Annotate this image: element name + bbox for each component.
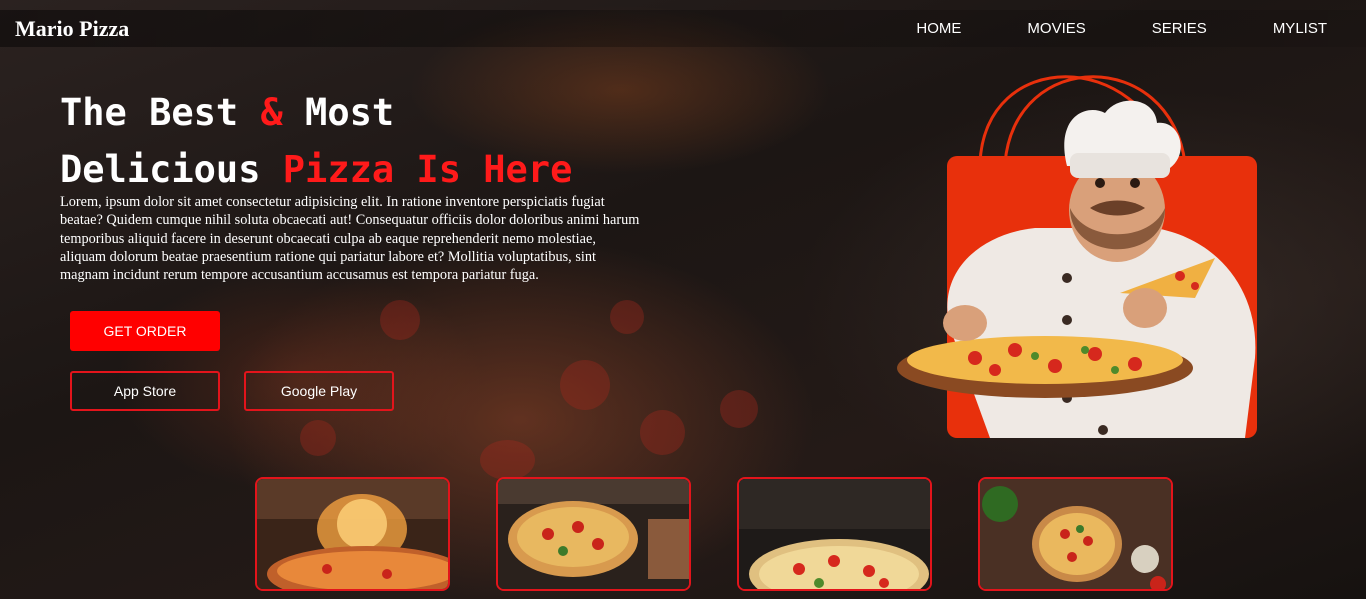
get-order-button[interactable]: GET ORDER (70, 311, 220, 351)
headline-ampersand: & (260, 91, 283, 134)
headline-part2: Most (282, 91, 395, 134)
gallery-card-oven-flames[interactable] (255, 477, 450, 591)
gallery-card-pizza-topview[interactable] (978, 477, 1173, 591)
nav-series[interactable]: SERIES (1152, 20, 1207, 37)
hero-description: Lorem, ipsum dolor sit amet consectetur … (60, 194, 640, 284)
nav-home[interactable]: HOME (916, 20, 961, 37)
pizza-into-oven-image (498, 479, 689, 589)
pizza-in-oven-image (739, 479, 930, 589)
nav-movies[interactable]: MOVIES (1027, 20, 1085, 37)
pizza-topview-image (980, 479, 1171, 589)
gallery-card-pizza-in-oven[interactable] (737, 477, 932, 591)
brand-logo[interactable]: Mario Pizza (15, 16, 129, 42)
hero-headline: The Best & Most Delicious Pizza Is Here (60, 84, 572, 198)
google-play-button[interactable]: Google Play (244, 371, 394, 411)
nav-mylist[interactable]: MYLIST (1273, 20, 1327, 37)
gallery-card-pizza-into-oven[interactable] (496, 477, 691, 591)
main-nav: HOME MOVIES SERIES MYLIST (850, 20, 1327, 37)
app-store-button[interactable]: App Store (70, 371, 220, 411)
headline-highlight: Pizza Is Here (282, 148, 573, 191)
chef-pizza-image (897, 75, 1257, 438)
headline-line2: Delicious (60, 148, 283, 191)
headline-part1: The Best (60, 91, 261, 134)
pizza-oven-flames-image (257, 479, 448, 589)
